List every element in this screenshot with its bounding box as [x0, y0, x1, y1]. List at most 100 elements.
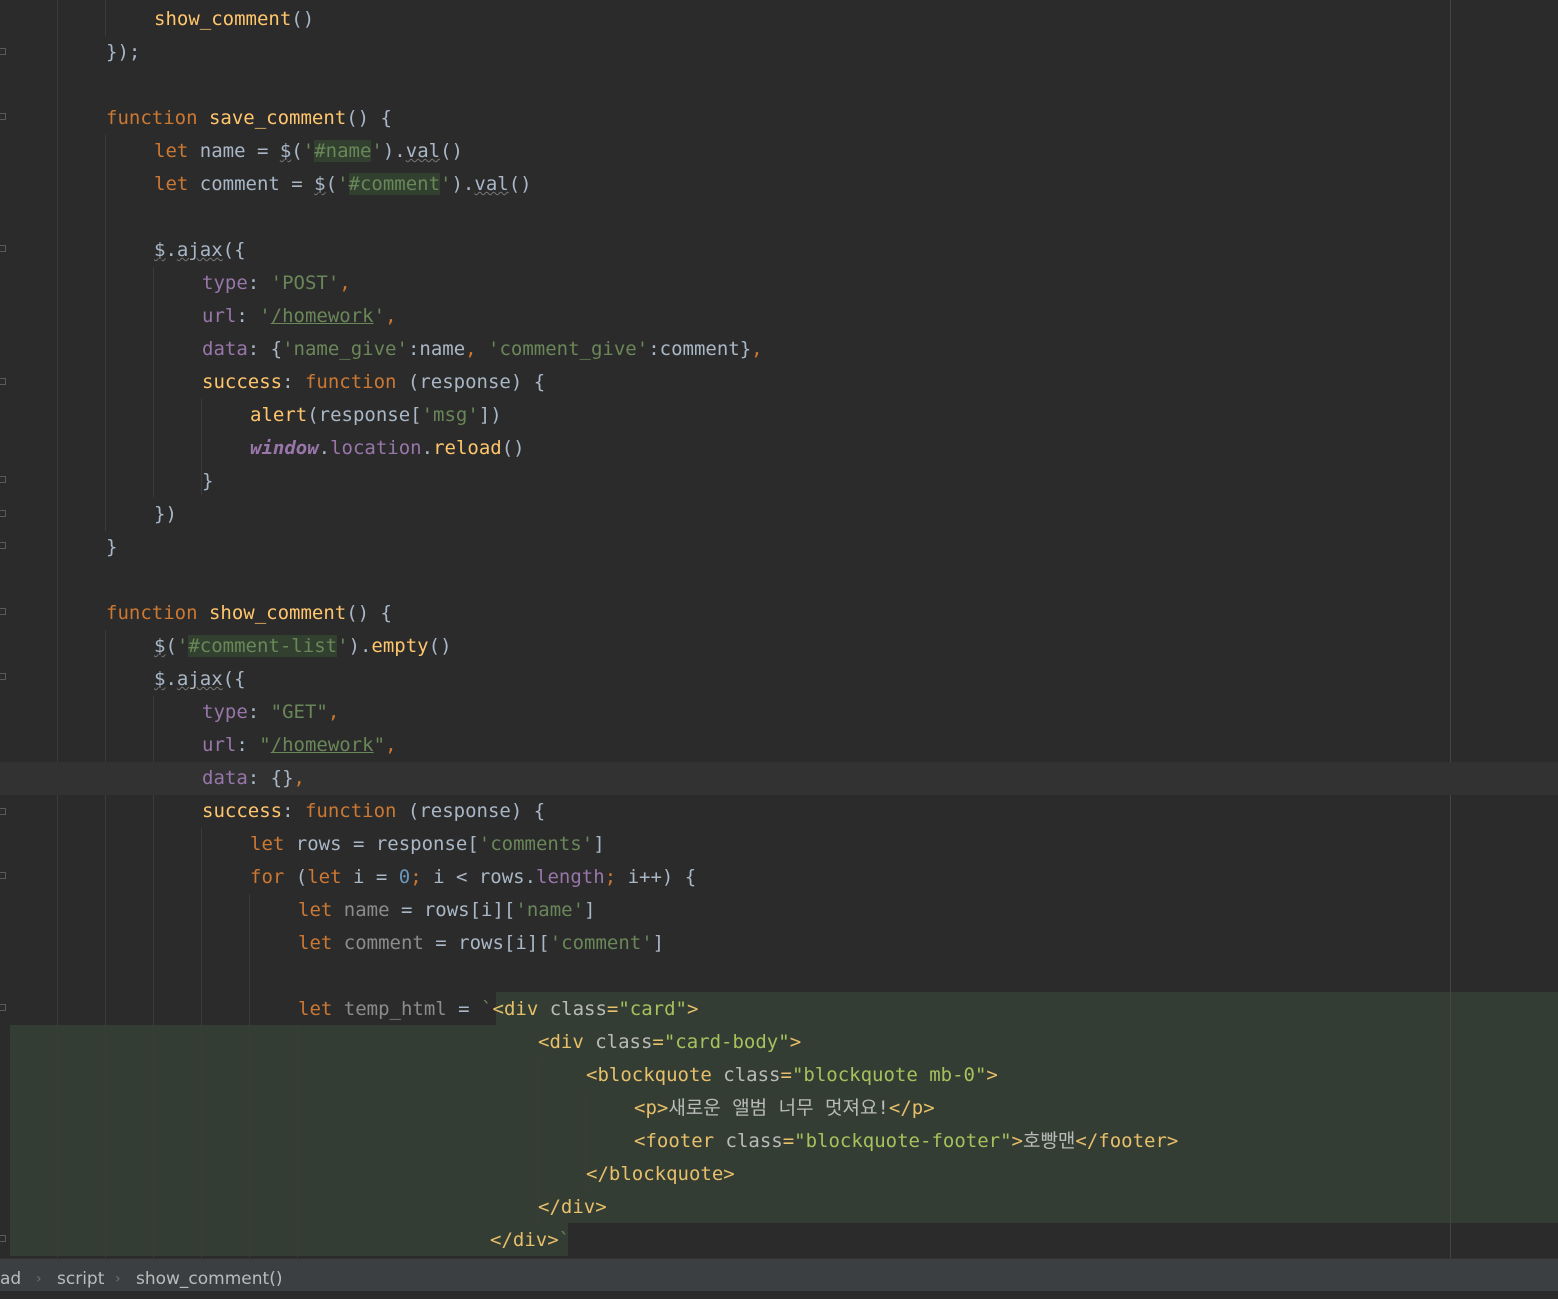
code-token: :: [247, 701, 271, 723]
code-token: type: [202, 272, 248, 294]
code-line[interactable]: data: {'name_give':name, 'comment_give':…: [0, 333, 1558, 366]
code-token: reload: [433, 437, 502, 459]
code-line[interactable]: <blockquote class="blockquote mb-0">: [0, 1059, 1558, 1092]
code-token: </div>: [490, 1229, 559, 1251]
code-token: type: [202, 701, 248, 723]
code-line[interactable]: $.ajax({: [0, 234, 1558, 267]
code-token: /homework: [270, 734, 374, 756]
code-text: type: "GET",: [202, 696, 339, 729]
code-token: <p>: [634, 1097, 669, 1119]
code-line[interactable]: let comment = $('#comment').val(): [0, 168, 1558, 201]
code-line[interactable]: let rows = response['comments']: [0, 828, 1558, 861]
code-token: for: [250, 866, 296, 888]
breadcrumb-item-head[interactable]: ad: [0, 1259, 21, 1299]
code-text: </blockquote>: [586, 1158, 735, 1191]
code-text: }: [202, 465, 213, 498]
code-line[interactable]: function show_comment() {: [0, 597, 1558, 630]
code-line[interactable]: url: "/homework",: [0, 729, 1558, 762]
code-text: </div>: [538, 1191, 607, 1224]
code-text: let temp_html = `<div class="card">: [298, 993, 698, 1026]
code-token: let: [298, 998, 344, 1020]
code-line[interactable]: let comment = rows[i]['comment']: [0, 927, 1558, 960]
code-token: name: [343, 899, 390, 921]
code-text: let comment = $('#comment').val(): [154, 168, 532, 201]
code-text: });: [106, 36, 140, 69]
code-token: ': [337, 635, 349, 657]
breadcrumb-item-script[interactable]: script: [57, 1259, 104, 1299]
code-token: (): [508, 173, 532, 195]
code-token: :: [282, 371, 305, 393]
code-token: ,: [751, 338, 763, 360]
code-token: :comment}: [648, 338, 752, 360]
code-line[interactable]: show_comment(): [0, 3, 1558, 36]
code-line[interactable]: let name = rows[i]['name']: [0, 894, 1558, 927]
code-token: :: [282, 800, 305, 822]
code-token: .: [318, 437, 331, 459]
code-line[interactable]: </div>`: [0, 1224, 1558, 1257]
code-token: ]: [584, 899, 596, 921]
code-token: =: [782, 1130, 795, 1152]
breadcrumb-separator-icon: ›: [115, 1271, 121, 1287]
code-editor[interactable]: show_comment()}); function save_comment()…: [0, 0, 1558, 1258]
code-text: <footer class="blockquote-footer">호빵맨</f…: [634, 1125, 1178, 1158]
code-token: ]: [593, 833, 605, 855]
code-token: ).: [451, 173, 475, 195]
code-line[interactable]: <p>새로운 앨범 너무 멋져요!</p>: [0, 1092, 1558, 1125]
code-token: 'name_give': [282, 338, 408, 360]
code-token: 호빵맨: [1022, 1130, 1076, 1152]
code-line[interactable]: $('#comment-list').empty(): [0, 630, 1558, 663]
code-line[interactable]: alert(response['msg']): [0, 399, 1558, 432]
code-line[interactable]: [0, 69, 1558, 102]
code-line[interactable]: success: function (response) {: [0, 366, 1558, 399]
code-token: });: [106, 41, 141, 63]
code-line[interactable]: data: {},: [0, 762, 1558, 795]
code-line[interactable]: [0, 960, 1558, 993]
breadcrumb-item-function[interactable]: show_comment(): [136, 1259, 282, 1299]
code-token: () {: [346, 107, 392, 129]
code-line[interactable]: <footer class="blockquote-footer">호빵맨</f…: [0, 1125, 1558, 1158]
code-line[interactable]: type: 'POST',: [0, 267, 1558, 300]
code-line[interactable]: type: "GET",: [0, 696, 1558, 729]
code-token: /homework: [270, 305, 374, 327]
code-token: .: [165, 239, 177, 261]
code-text: data: {},: [202, 762, 305, 795]
code-token: 'msg': [421, 404, 479, 426]
code-text: data: {'name_give':name, 'comment_give':…: [202, 333, 763, 366]
code-line[interactable]: [0, 564, 1558, 597]
code-line[interactable]: function save_comment() {: [0, 102, 1558, 135]
code-text: let rows = response['comments']: [250, 828, 605, 861]
code-token: success: [202, 800, 283, 822]
code-line[interactable]: </blockquote>: [0, 1158, 1558, 1191]
code-line[interactable]: }: [0, 465, 1558, 498]
code-line[interactable]: let temp_html = `<div class="card">: [0, 993, 1558, 1026]
code-token: (response[: [307, 404, 422, 426]
code-text: }): [154, 498, 177, 531]
code-token: i < rows.: [433, 866, 537, 888]
code-text: let comment = rows[i]['comment']: [298, 927, 664, 960]
code-line[interactable]: });: [0, 36, 1558, 69]
code-line[interactable]: success: function (response) {: [0, 795, 1558, 828]
code-token: <div: [538, 1031, 596, 1053]
code-token: $: [154, 668, 166, 690]
code-token: </blockquote>: [586, 1163, 735, 1185]
code-line[interactable]: <div class="card-body">: [0, 1026, 1558, 1059]
code-line[interactable]: $.ajax({: [0, 663, 1558, 696]
code-line[interactable]: let name = $('#name').val(): [0, 135, 1558, 168]
code-line[interactable]: url: '/homework',: [0, 300, 1558, 333]
code-token: 0: [398, 866, 411, 888]
code-text: <div class="card-body">: [538, 1026, 801, 1059]
code-token: `: [481, 998, 493, 1020]
code-line[interactable]: [0, 201, 1558, 234]
code-text: url: "/homework",: [202, 729, 397, 762]
code-line[interactable]: }: [0, 531, 1558, 564]
code-token: (: [325, 173, 338, 195]
code-line[interactable]: </div>: [0, 1191, 1558, 1224]
code-text: </div>`: [490, 1224, 570, 1257]
code-text: type: 'POST',: [202, 267, 351, 300]
code-token: ": [373, 734, 386, 756]
code-line[interactable]: window.location.reload(): [0, 432, 1558, 465]
code-line[interactable]: }): [0, 498, 1558, 531]
code-line[interactable]: for (let i = 0; i < rows.length; i++) {: [0, 861, 1558, 894]
code-token: 'POST': [270, 272, 340, 294]
code-token: ': [302, 140, 315, 162]
